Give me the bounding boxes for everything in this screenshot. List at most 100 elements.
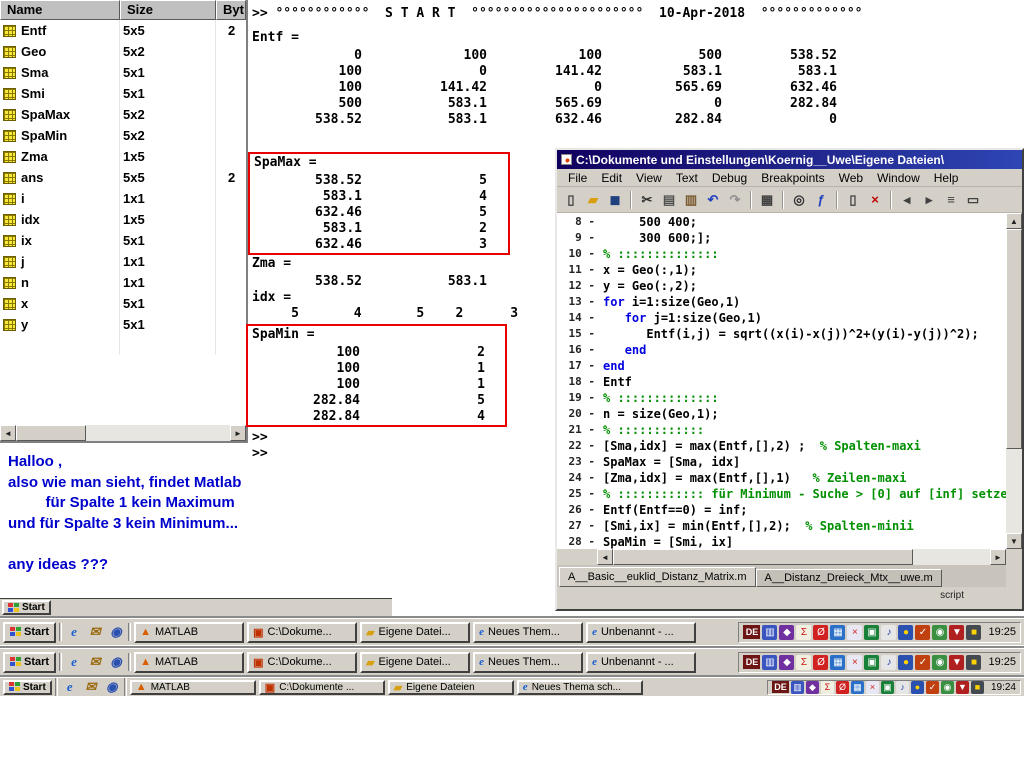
function-icon[interactable]: ƒ bbox=[811, 190, 831, 210]
tray-icon[interactable]: ■ bbox=[971, 681, 984, 694]
media-icon[interactable]: ◉ bbox=[107, 654, 125, 670]
scroll-right-icon[interactable]: ► bbox=[990, 549, 1006, 565]
menu-window[interactable]: Window bbox=[870, 171, 927, 185]
scroll-up-icon[interactable]: ▲ bbox=[1006, 213, 1022, 229]
tray-icon[interactable]: ◆ bbox=[779, 625, 794, 640]
tray-icon[interactable]: ▣ bbox=[864, 655, 879, 670]
tray-icon[interactable]: Ø bbox=[813, 655, 828, 670]
scroll-left-icon[interactable]: ◄ bbox=[597, 549, 613, 565]
media-icon[interactable]: ◉ bbox=[103, 679, 121, 695]
workspace-row[interactable]: Smi5x1 bbox=[0, 83, 246, 104]
tray-icon[interactable]: ● bbox=[898, 625, 913, 640]
workspace-row[interactable]: Geo5x2 bbox=[0, 41, 246, 62]
column-header-bytes[interactable]: Byt bbox=[216, 0, 246, 20]
tray-icon[interactable]: ▦ bbox=[851, 681, 864, 694]
tray-icon[interactable]: ■ bbox=[966, 655, 981, 670]
tray-icon[interactable]: ▼ bbox=[956, 681, 969, 694]
task-button[interactable]: eNeues Thema sch... bbox=[517, 680, 643, 695]
task-button[interactable]: ▣C:\Dokume... bbox=[247, 652, 357, 673]
mail-icon[interactable]: ✉ bbox=[86, 654, 104, 670]
tray-icon[interactable]: ▣ bbox=[881, 681, 894, 694]
scroll-right-icon[interactable]: ► bbox=[230, 425, 246, 441]
start-button[interactable]: Start bbox=[3, 622, 56, 643]
workspace-row[interactable]: ix5x1 bbox=[0, 230, 246, 251]
workspace-row[interactable]: i1x1 bbox=[0, 188, 246, 209]
tray-icon[interactable]: ▥ bbox=[762, 625, 777, 640]
redo-icon[interactable]: ↷ bbox=[725, 190, 745, 210]
align-icon[interactable]: ≡ bbox=[941, 190, 961, 210]
task-button[interactable]: ▰Eigene Datei... bbox=[360, 622, 470, 643]
mail-icon[interactable]: ✉ bbox=[86, 624, 104, 640]
tray-icon[interactable]: ◆ bbox=[779, 655, 794, 670]
scrollbar-track[interactable] bbox=[16, 425, 230, 441]
menu-breakpoints[interactable]: Breakpoints bbox=[754, 171, 831, 185]
tray-icon[interactable]: × bbox=[847, 655, 862, 670]
indent-left-icon[interactable]: ◂ bbox=[897, 190, 917, 210]
tray-icon[interactable]: Σ bbox=[821, 681, 834, 694]
indent-right-icon[interactable]: ▸ bbox=[919, 190, 939, 210]
tray-icon[interactable]: Σ bbox=[796, 625, 811, 640]
delete-icon[interactable]: × bbox=[865, 190, 885, 210]
workspace-hscrollbar[interactable]: ◄ ► bbox=[0, 425, 246, 441]
tray-icon[interactable]: ✓ bbox=[926, 681, 939, 694]
copy-icon[interactable]: ▤ bbox=[659, 190, 679, 210]
start-button[interactable]: Start bbox=[3, 680, 52, 695]
task-button[interactable]: ▰Eigene Datei... bbox=[360, 652, 470, 673]
menu-debug[interactable]: Debug bbox=[705, 171, 754, 185]
tray-icon[interactable]: × bbox=[847, 625, 862, 640]
tray-icon[interactable]: ● bbox=[898, 655, 913, 670]
tray-icon[interactable]: Ø bbox=[836, 681, 849, 694]
menu-text[interactable]: Text bbox=[669, 171, 705, 185]
new-file-icon[interactable]: ▯ bbox=[561, 190, 581, 210]
editor-code[interactable]: 500 400; 300 600;];% ::::::::::::::x = G… bbox=[597, 213, 1006, 549]
tray-icon[interactable]: × bbox=[866, 681, 879, 694]
task-button[interactable]: ▲MATLAB bbox=[134, 622, 244, 643]
language-indicator[interactable]: DE bbox=[772, 681, 789, 693]
tray-icon[interactable]: ◉ bbox=[932, 655, 947, 670]
media-icon[interactable]: ◉ bbox=[107, 624, 125, 640]
editor-titlebar[interactable]: C:\Dokumente und Einstellungen\Koernig__… bbox=[557, 150, 1022, 169]
undo-icon[interactable]: ↶ bbox=[703, 190, 723, 210]
editor-hscrollbar[interactable]: ◄ ► bbox=[597, 549, 1006, 565]
workspace-row[interactable]: ans5x52 bbox=[0, 167, 246, 188]
mail-icon[interactable]: ✉ bbox=[82, 679, 100, 695]
tray-icon[interactable]: ▦ bbox=[830, 655, 845, 670]
tray-icon[interactable]: Σ bbox=[796, 655, 811, 670]
menu-view[interactable]: View bbox=[629, 171, 669, 185]
workspace-row[interactable]: Sma5x1 bbox=[0, 62, 246, 83]
workspace-row[interactable]: Zma1x5 bbox=[0, 146, 246, 167]
tray-icon[interactable]: ♪ bbox=[881, 655, 896, 670]
start-button[interactable]: Start bbox=[2, 600, 51, 615]
scroll-left-icon[interactable]: ◄ bbox=[0, 425, 16, 441]
page-icon[interactable]: ▭ bbox=[963, 190, 983, 210]
tray-icon[interactable]: ◉ bbox=[932, 625, 947, 640]
workspace-row[interactable]: SpaMax5x2 bbox=[0, 104, 246, 125]
editor-tab[interactable]: A__Basic__euklid_Distanz_Matrix.m bbox=[559, 567, 756, 587]
tray-icon[interactable]: ▦ bbox=[830, 625, 845, 640]
workspace-row[interactable]: j1x1 bbox=[0, 251, 246, 272]
menu-file[interactable]: File bbox=[561, 171, 594, 185]
workspace-row[interactable]: SpaMin5x2 bbox=[0, 125, 246, 146]
menu-help[interactable]: Help bbox=[927, 171, 966, 185]
cut-icon[interactable]: ✂ bbox=[637, 190, 657, 210]
editor-tab[interactable]: A__Distanz_Dreieck_Mtx__uwe.m bbox=[756, 569, 942, 587]
task-button[interactable]: eNeues Them... bbox=[473, 652, 583, 673]
tray-icon[interactable]: ◉ bbox=[941, 681, 954, 694]
tray-icon[interactable]: ✓ bbox=[915, 655, 930, 670]
tray-icon[interactable]: ▥ bbox=[791, 681, 804, 694]
print-icon[interactable]: ▦ bbox=[757, 190, 777, 210]
tray-icon[interactable]: ♪ bbox=[896, 681, 909, 694]
workspace-row[interactable]: idx1x5 bbox=[0, 209, 246, 230]
start-button[interactable]: Start bbox=[3, 652, 56, 673]
menu-edit[interactable]: Edit bbox=[594, 171, 629, 185]
column-header-size[interactable]: Size bbox=[120, 0, 216, 20]
new-cell-icon[interactable]: ▯ bbox=[843, 190, 863, 210]
tray-icon[interactable]: ◆ bbox=[806, 681, 819, 694]
tray-icon[interactable]: ▼ bbox=[949, 655, 964, 670]
ie-icon[interactable]: e bbox=[61, 679, 79, 695]
task-button[interactable]: ▣C:\Dokumente ... bbox=[259, 680, 385, 695]
scrollbar-thumb[interactable] bbox=[613, 549, 913, 565]
scrollbar-thumb[interactable] bbox=[1006, 229, 1022, 449]
tray-icon[interactable]: ▥ bbox=[762, 655, 777, 670]
language-indicator[interactable]: DE bbox=[743, 625, 760, 639]
